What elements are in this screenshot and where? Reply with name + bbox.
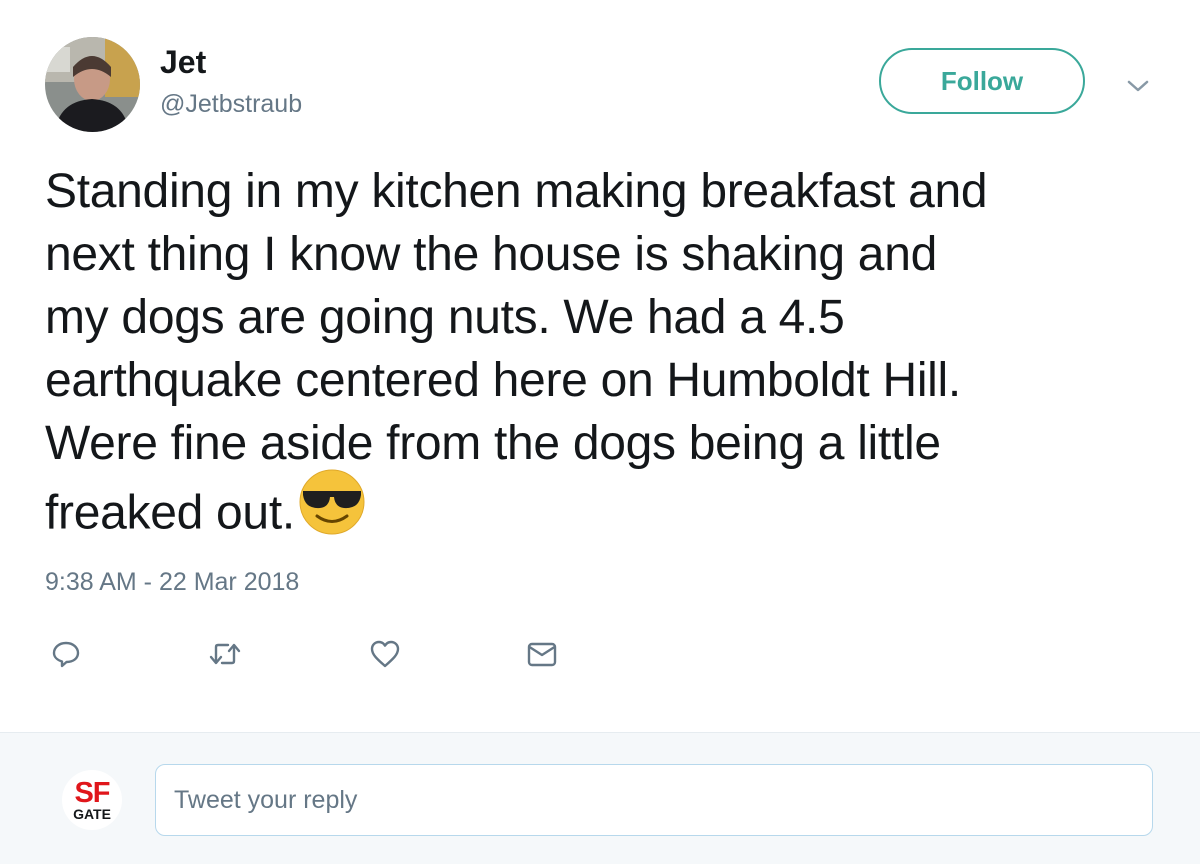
tweet-timestamp[interactable]: 9:38 AM - 22 Mar 2018 bbox=[45, 568, 299, 597]
tweet-text-line: freaked out. bbox=[45, 486, 295, 540]
sfgate-logo: SF GATE bbox=[62, 770, 122, 830]
chevron-down-icon[interactable] bbox=[1122, 70, 1154, 102]
tweet-text-line-last: freaked out. bbox=[45, 469, 1165, 557]
heart-icon[interactable] bbox=[365, 634, 405, 674]
sfgate-logo-gate: GATE bbox=[73, 806, 111, 822]
user-handle[interactable]: @Jetbstraub bbox=[160, 90, 302, 119]
tweet-text-line: Standing in my kitchen making breakfast … bbox=[45, 165, 988, 218]
envelope-icon[interactable] bbox=[522, 634, 562, 674]
sunglasses-emoji-icon bbox=[299, 469, 365, 551]
display-name[interactable]: Jet bbox=[160, 44, 206, 81]
tweet-text-line: earthquake centered here on Humboldt Hil… bbox=[45, 354, 961, 407]
follow-button[interactable]: Follow bbox=[879, 48, 1085, 114]
reply-icon[interactable] bbox=[46, 634, 86, 674]
tweet-text-line: my dogs are going nuts. We had a 4.5 bbox=[45, 291, 845, 344]
avatar[interactable] bbox=[45, 37, 140, 132]
tweet-text: Standing in my kitchen making breakfast … bbox=[45, 160, 1165, 557]
avatar-photo bbox=[45, 37, 140, 132]
tweet-text-line: next thing I know the house is shaking a… bbox=[45, 228, 937, 281]
tweet-card: Jet @Jetbstraub Follow Standing in my ki… bbox=[0, 0, 1200, 732]
reply-input[interactable] bbox=[155, 764, 1153, 836]
sfgate-logo-sf: SF bbox=[74, 777, 110, 809]
retweet-icon[interactable] bbox=[205, 634, 245, 674]
tweet-text-line: Were fine aside from the dogs being a li… bbox=[45, 417, 941, 470]
